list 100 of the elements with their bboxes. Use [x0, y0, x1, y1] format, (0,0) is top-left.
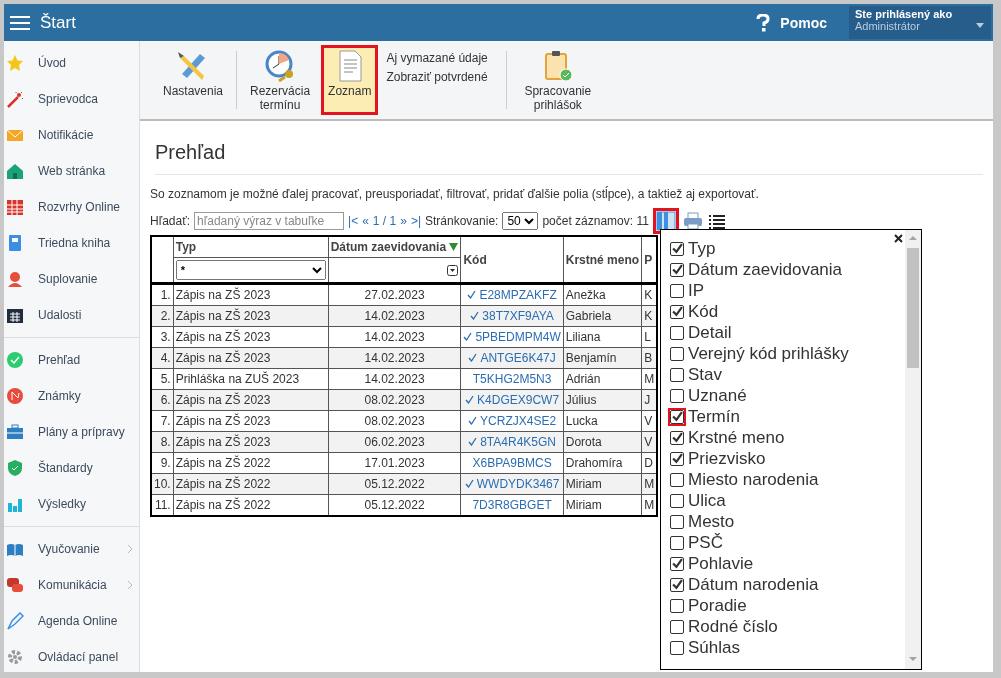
column-option[interactable]: Ulica — [670, 490, 905, 511]
toolbar-button[interactable]: Zoznam — [321, 45, 379, 115]
scrollbar-drawing[interactable] — [905, 230, 921, 669]
sidebar-item[interactable]: Web stránka — [4, 153, 139, 189]
checkmark-icon — [671, 558, 683, 569]
checkbox[interactable] — [670, 493, 684, 508]
column-header[interactable]: Krstné meno — [563, 236, 642, 284]
menu-icon[interactable] — [10, 14, 30, 31]
filter-icon[interactable] — [447, 264, 459, 276]
row-number: 8. — [151, 431, 174, 453]
column-option[interactable]: Typ — [670, 238, 905, 259]
sidebar-item[interactable]: Plány a prípravy — [4, 414, 139, 450]
toolbar-link[interactable]: Zobraziť potvrdené — [386, 70, 488, 84]
column-option[interactable]: Súhlas — [670, 637, 905, 658]
column-option[interactable]: Mesto — [670, 511, 905, 532]
sidebar-item[interactable]: Štandardy — [4, 450, 139, 486]
checkbox[interactable] — [670, 556, 684, 571]
sidebar-item[interactable]: Úvod — [4, 45, 139, 81]
checkbox[interactable] — [670, 346, 684, 361]
pager-link[interactable]: » — [400, 214, 407, 228]
sidebar-item[interactable]: Komunikácia — [4, 567, 139, 603]
pager-link[interactable]: >| — [410, 214, 421, 228]
column-option[interactable]: Verejný kód prihlášky — [670, 343, 905, 364]
toolbar-button[interactable]: Rezervácia termínu — [243, 45, 318, 115]
column-option[interactable]: Pohlavie — [670, 553, 905, 574]
checkmark-icon — [671, 579, 683, 590]
checkbox[interactable] — [670, 241, 684, 256]
sidebar-item[interactable]: Udalosti — [4, 297, 139, 333]
search-field[interactable]: hľadaný výraz v tabuľke — [194, 212, 345, 230]
checkbox[interactable] — [670, 619, 684, 634]
sidebar-item[interactable]: Notifikácie — [4, 117, 139, 153]
help-icon[interactable] — [756, 13, 771, 32]
menu-item-icon — [6, 90, 24, 108]
column-option[interactable]: Termín — [670, 406, 905, 427]
column-option[interactable]: Miesto narodenia — [670, 469, 905, 490]
checkbox[interactable] — [670, 388, 684, 403]
code-link[interactable]: T5KHG2M5N3 — [460, 368, 564, 390]
column-option[interactable]: Stav — [670, 364, 905, 385]
sidebar-item[interactable]: Rozvrhy Online — [4, 189, 139, 225]
sidebar-item[interactable]: Agenda Online — [4, 603, 139, 639]
checkbox[interactable] — [670, 472, 684, 487]
close-icon[interactable] — [894, 234, 903, 243]
code-link[interactable]: E28MPZAKFZ — [460, 283, 564, 306]
checkbox[interactable] — [670, 451, 684, 466]
help-link[interactable]: Pomoc — [780, 14, 827, 31]
checkbox[interactable] — [670, 535, 684, 550]
toolbar-button[interactable]: Spracovanie prihlášok — [512, 45, 603, 115]
menu-item-icon — [6, 270, 24, 288]
sidebar-item[interactable]: Triedna kniha — [4, 225, 139, 261]
column-header[interactable]: Dátum zaevidovania — [328, 236, 461, 258]
checkbox[interactable] — [670, 304, 684, 319]
column-option[interactable]: Dátum narodenia — [670, 574, 905, 595]
column-option[interactable]: Dátum zaevidovania — [670, 259, 905, 280]
code-link[interactable]: 5PBEDMPM4W — [460, 326, 564, 348]
code-link[interactable]: X6BPA9BMCS — [460, 452, 564, 474]
checkbox[interactable] — [670, 430, 684, 445]
sidebar-item[interactable]: Ovládací panel — [4, 639, 139, 675]
pager-link[interactable]: 1 / 1 — [372, 214, 397, 228]
columns-icon[interactable] — [655, 211, 676, 231]
column-header[interactable]: Typ — [173, 236, 329, 258]
row-number: 5. — [151, 368, 174, 390]
checkmark-icon — [671, 306, 683, 317]
checkbox[interactable] — [670, 640, 684, 655]
checkbox[interactable] — [670, 262, 684, 277]
toolbar-link[interactable]: Aj vymazané údaje — [386, 51, 488, 65]
pager-link[interactable]: |< — [348, 214, 359, 228]
column-option[interactable]: Rodné číslo — [670, 616, 905, 637]
checkbox[interactable] — [670, 325, 684, 340]
page-size-select[interactable]: 50 — [502, 212, 539, 230]
sidebar-item[interactable]: Prehľad — [4, 342, 139, 378]
column-option[interactable]: Krstné meno — [670, 427, 905, 448]
column-option[interactable]: Poradie — [670, 595, 905, 616]
column-option[interactable]: IP — [670, 280, 905, 301]
code-link[interactable]: YCRZJX4SE2 — [460, 410, 564, 432]
caret-icon — [976, 23, 984, 28]
column-option[interactable]: Priezvisko — [670, 448, 905, 469]
checkbox[interactable] — [670, 598, 684, 613]
toolbar-button[interactable]: Nastavenia — [156, 45, 231, 115]
column-option[interactable]: PSČ — [670, 532, 905, 553]
table-cell: Drahomíra — [563, 452, 642, 474]
sidebar-item[interactable]: Sprievodca — [4, 81, 139, 117]
sidebar-item[interactable]: Výsledky — [4, 486, 139, 522]
table-cell: 17.01.2023 — [328, 452, 461, 474]
type-filter-select[interactable]: * — [175, 260, 326, 280]
checkbox[interactable] — [670, 514, 684, 529]
column-header[interactable]: Kód — [460, 236, 564, 284]
checkbox[interactable] — [670, 577, 684, 592]
checkbox[interactable] — [670, 367, 684, 382]
clipboard-check-icon — [542, 50, 573, 82]
user-menu[interactable]: Ste prihlásený ako Administrátor — [849, 6, 991, 39]
sidebar-item[interactable]: Známky — [4, 378, 139, 414]
column-option[interactable]: Detail — [670, 322, 905, 343]
checkbox[interactable] — [670, 283, 684, 298]
column-option[interactable]: Kód — [670, 301, 905, 322]
sort-icon[interactable] — [449, 242, 459, 251]
printer-icon[interactable] — [682, 211, 703, 231]
sidebar-item[interactable]: Suplovanie — [4, 261, 139, 297]
sidebar-item[interactable]: Vyučovanie — [4, 531, 139, 567]
pager-link[interactable]: « — [362, 214, 369, 228]
column-option[interactable]: Uznané — [670, 385, 905, 406]
